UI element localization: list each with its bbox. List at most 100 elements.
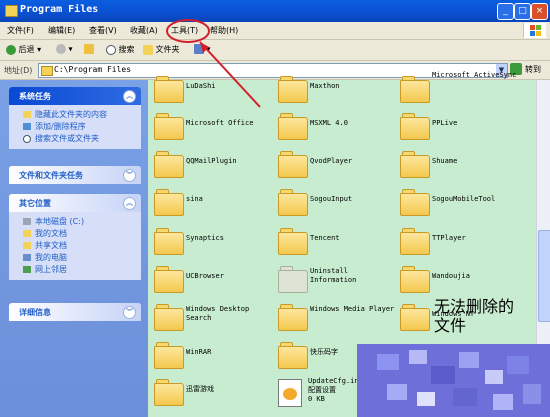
- search-icon: [23, 135, 31, 143]
- folder-item[interactable]: sina: [154, 187, 274, 223]
- system-tasks-header[interactable]: 系统任务 ︽: [9, 87, 141, 105]
- search-button[interactable]: 搜索: [106, 44, 135, 55]
- folder-item[interactable]: Wandoujia: [400, 264, 520, 300]
- place-label: 共享文档: [35, 241, 67, 250]
- folder-name: 迅雷游戏: [186, 385, 214, 393]
- folders-icon: [143, 44, 153, 55]
- close-button[interactable]: ×: [531, 3, 548, 20]
- folder-item[interactable]: QvodPlayer: [278, 149, 398, 185]
- up-folder-button[interactable]: [84, 44, 94, 54]
- place-my-documents[interactable]: 我的文档: [23, 228, 135, 240]
- chevron-down-icon[interactable]: ︾: [123, 169, 136, 182]
- place-my-computer[interactable]: 我的电脑: [23, 252, 135, 264]
- folder-item[interactable]: QQMailPlugin: [154, 149, 274, 185]
- back-button[interactable]: 后退 ▾: [6, 44, 41, 55]
- place-network[interactable]: 网上邻居: [23, 264, 135, 276]
- chevron-down-icon[interactable]: ︾: [123, 306, 136, 319]
- menu-favorites[interactable]: 收藏(A): [130, 25, 158, 36]
- folder-name: Shuame: [432, 157, 458, 165]
- folder-item[interactable]: Maxthon: [278, 74, 398, 110]
- folder-icon: [154, 113, 184, 140]
- other-places-header[interactable]: 其它位置 ︽: [9, 194, 141, 212]
- folder-item[interactable]: SogouMobileTool: [400, 187, 520, 223]
- folder-item[interactable]: Microsoft Office: [154, 111, 274, 147]
- folder-item[interactable]: LuDaShi: [154, 74, 274, 110]
- menu-help[interactable]: 帮助(H): [210, 25, 238, 36]
- folder-name: PPLive: [432, 119, 458, 127]
- folder-icon: [278, 151, 308, 178]
- folder-item[interactable]: Windows Desktop Search: [154, 302, 274, 338]
- pixelated-watermark: [357, 344, 550, 417]
- folder-name: Tencent: [310, 234, 340, 242]
- folder-item[interactable]: WinRAR: [154, 340, 274, 376]
- folder-item[interactable]: MSXML 4.0: [278, 111, 398, 147]
- task-add-remove-programs[interactable]: 添加/删除程序: [23, 121, 135, 133]
- chevron-up-icon[interactable]: ︽: [123, 197, 136, 210]
- task-hide-contents[interactable]: 隐藏此文件夹的内容: [23, 109, 135, 121]
- folder-icon: [400, 304, 430, 331]
- folder-icon: [154, 189, 184, 216]
- forward-button[interactable]: ▾: [56, 44, 73, 54]
- menu-edit[interactable]: 编辑(E): [48, 25, 75, 36]
- menu-tools[interactable]: 工具(T): [171, 25, 198, 36]
- folder-icon: [400, 76, 430, 103]
- folder-item[interactable]: Microsoft ActiveSync: [400, 71, 520, 110]
- folder-item[interactable]: Tencent: [278, 226, 398, 262]
- views-button[interactable]: ▾: [194, 44, 211, 54]
- folder-name: QvodPlayer: [310, 157, 353, 165]
- explorer-window: Program Files _ □ × 文件(F) 编辑(E) 查看(V) 收藏…: [0, 0, 550, 417]
- folder-item[interactable]: UCBrowser: [154, 264, 274, 300]
- folder-icon: [278, 228, 308, 255]
- place-shared-documents[interactable]: 共享文档: [23, 240, 135, 252]
- minimize-button[interactable]: _: [497, 3, 514, 20]
- maximize-button[interactable]: □: [514, 3, 531, 20]
- folder-name: Microsoft ActiveSync: [432, 71, 517, 79]
- folder-item[interactable]: Uninstall Information: [278, 264, 398, 300]
- folder-name: Windows Media Player: [310, 305, 395, 313]
- folder-icon: [400, 266, 430, 293]
- folder-name: SogouInput: [310, 195, 353, 203]
- folder-icon: [278, 189, 308, 216]
- folder-name: Uninstall Information: [310, 267, 357, 284]
- task-search-files[interactable]: 搜索文件或文件夹: [23, 133, 135, 145]
- folder-name: SogouMobileTool: [432, 195, 496, 203]
- place-local-disk[interactable]: 本地磁盘 (C:): [23, 216, 135, 228]
- menu-file[interactable]: 文件(F): [7, 25, 34, 36]
- drive-icon: [23, 218, 31, 225]
- folder-icon: [154, 379, 184, 406]
- chevron-up-icon[interactable]: ︽: [123, 90, 136, 103]
- folder-item[interactable]: Synaptics: [154, 226, 274, 262]
- details-title: 详细信息: [19, 308, 51, 317]
- folder-item[interactable]: Windows Media Player: [278, 302, 398, 338]
- details-header[interactable]: 详细信息 ︾: [9, 303, 141, 321]
- title-bar[interactable]: Program Files _ □ ×: [0, 0, 550, 22]
- folder-name: sina: [186, 195, 203, 203]
- folder-item[interactable]: 迅雷游戏: [154, 377, 274, 413]
- folder-item[interactable]: Shuame: [400, 149, 520, 185]
- folder-icon: [278, 304, 308, 331]
- folder-item[interactable]: TTPlayer: [400, 226, 520, 262]
- views-icon: [194, 44, 204, 54]
- menu-view[interactable]: 查看(V): [89, 25, 117, 36]
- folder-icon: [154, 304, 184, 331]
- system-tasks-panel: 系统任务 ︽ 隐藏此文件夹的内容 添加/删除程序 搜索文件或文件夹: [9, 87, 141, 149]
- back-label: 后退: [18, 45, 35, 54]
- config-file-icon: [278, 379, 302, 407]
- file-tasks-header[interactable]: 文件和文件夹任务 ︾: [9, 166, 141, 184]
- windows-logo-icon: [523, 23, 546, 38]
- computer-icon: [23, 254, 31, 261]
- annotation-line-1: 无法删除的: [434, 297, 515, 316]
- details-panel: 详细信息 ︾: [9, 303, 141, 321]
- folder-name: TTPlayer: [432, 234, 466, 242]
- folders-button[interactable]: 文件夹: [143, 44, 180, 55]
- address-value: C:\Program Files: [54, 65, 132, 74]
- folder-icon: [400, 228, 430, 255]
- back-arrow-icon: [6, 44, 16, 55]
- place-label: 本地磁盘 (C:): [35, 217, 85, 226]
- folder-icon: [23, 111, 31, 118]
- folder-icon: [41, 66, 53, 76]
- folder-name: WinRAR: [186, 348, 212, 356]
- address-label: 地址(D): [4, 66, 33, 75]
- folder-item[interactable]: SogouInput: [278, 187, 398, 223]
- folder-item[interactable]: PPLive: [400, 111, 520, 147]
